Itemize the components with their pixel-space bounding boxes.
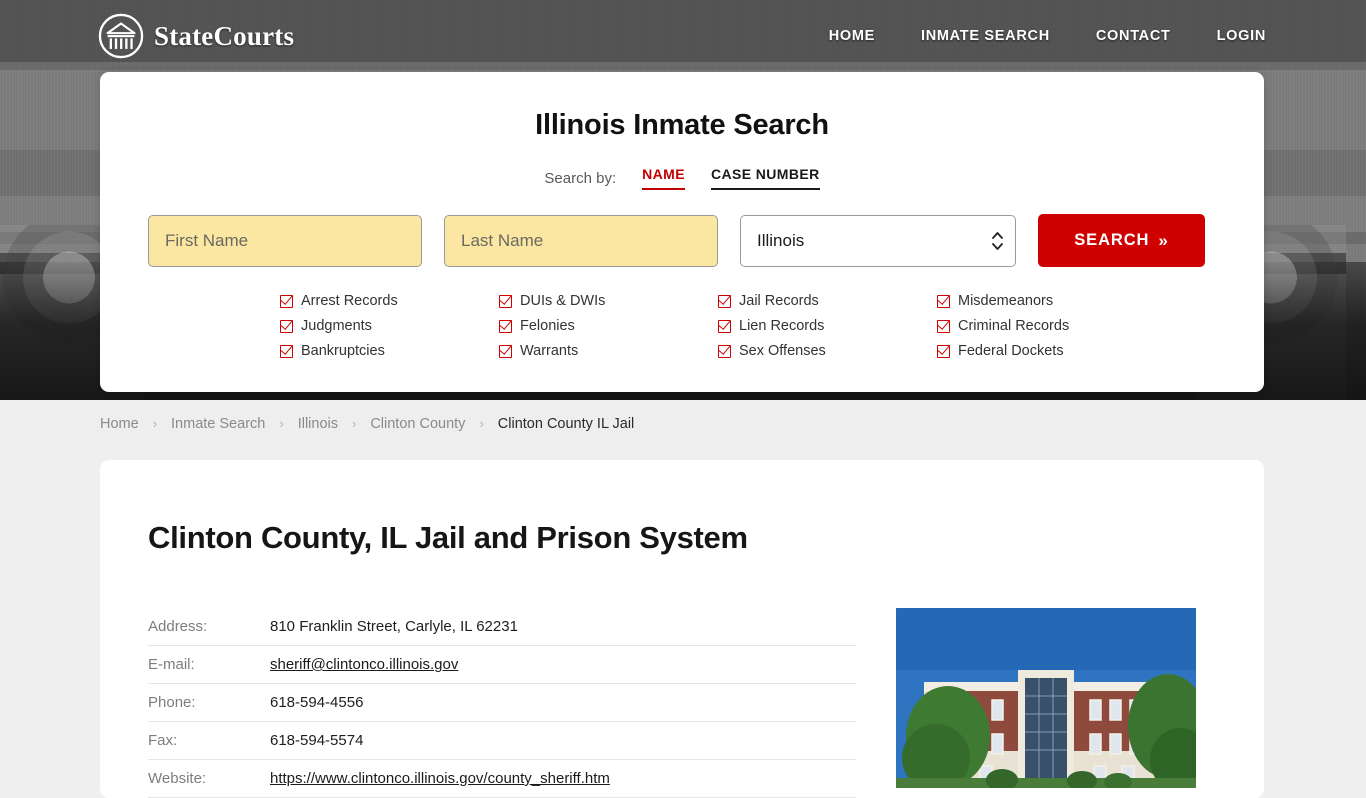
nav-item-contact[interactable]: CONTACT xyxy=(1096,28,1171,44)
record-type-label: Criminal Records xyxy=(958,318,1070,334)
search-form: Illinois SEARCH » xyxy=(148,214,1216,267)
detail-value-phone: 618-594-4556 xyxy=(270,683,856,722)
hero-section: COURTHOUSE StateCourts HOME IN xyxy=(0,0,1366,400)
nav-item-login[interactable]: LOGIN xyxy=(1217,28,1266,44)
detail-value-fax: 618-594-5574 xyxy=(270,721,856,760)
record-type-item[interactable]: DUIs & DWIs xyxy=(499,293,718,309)
record-type-item[interactable]: Arrest Records xyxy=(280,293,499,309)
table-row: E-mail: sheriff@clintonco.illinois.gov xyxy=(148,645,856,684)
detail-label: E-mail: xyxy=(148,645,270,684)
record-type-label: Misdemeanors xyxy=(958,293,1054,309)
checkbox-checked-icon xyxy=(937,294,950,308)
courthouse-circle-icon xyxy=(98,13,144,59)
record-type-item[interactable]: Judgments xyxy=(280,318,499,334)
record-type-item[interactable]: Jail Records xyxy=(718,293,937,309)
email-link[interactable]: sheriff@clintonco.illinois.gov xyxy=(270,656,458,673)
record-type-item[interactable]: Criminal Records xyxy=(937,318,1156,334)
facility-info-row: Address: 810 Franklin Street, Carlyle, I… xyxy=(148,608,1216,798)
checkbox-checked-icon xyxy=(280,344,293,358)
tab-case-number[interactable]: CASE NUMBER xyxy=(710,166,820,190)
record-type-list: Arrest Records DUIs & DWIs Jail Records … xyxy=(148,293,1216,359)
table-row: Address: 810 Franklin Street, Carlyle, I… xyxy=(148,608,856,646)
nav-item-home[interactable]: HOME xyxy=(829,28,875,44)
checkbox-checked-icon xyxy=(937,344,950,358)
record-type-label: Bankruptcies xyxy=(301,343,385,359)
search-card-title: Illinois Inmate Search xyxy=(535,109,829,141)
record-type-label: Arrest Records xyxy=(301,293,398,309)
record-type-item[interactable]: Federal Dockets xyxy=(937,343,1156,359)
chevron-right-icon: › xyxy=(351,416,357,431)
record-type-label: Felonies xyxy=(520,318,575,334)
breadcrumb-item-illinois[interactable]: Illinois xyxy=(298,416,338,432)
record-type-item[interactable]: Warrants xyxy=(499,343,718,359)
top-navigation-bar: StateCourts HOME INMATE SEARCH CONTACT L… xyxy=(0,0,1366,72)
first-name-input[interactable] xyxy=(148,214,422,267)
page-title: Clinton County, IL Jail and Prison Syste… xyxy=(148,520,748,555)
breadcrumb-item-inmate-search[interactable]: Inmate Search xyxy=(171,416,265,432)
inmate-search-card: Illinois Inmate Search Search by: NAME C… xyxy=(100,72,1264,392)
search-button-label: SEARCH xyxy=(1074,231,1150,249)
facility-photo xyxy=(896,608,1196,788)
breadcrumb-item-home[interactable]: Home xyxy=(100,416,139,432)
double-chevron-right-icon: » xyxy=(1158,230,1169,250)
detail-value-address: 810 Franklin Street, Carlyle, IL 62231 xyxy=(270,608,856,646)
chevron-right-icon: › xyxy=(279,416,284,431)
table-row: Website: https://www.clintonco.illinois.… xyxy=(148,759,856,798)
record-type-item[interactable]: Bankruptcies xyxy=(280,343,499,359)
checkbox-checked-icon xyxy=(280,294,293,308)
detail-label: Phone: xyxy=(148,683,270,722)
record-type-label: Jail Records xyxy=(739,293,819,309)
record-type-item[interactable]: Misdemeanors xyxy=(937,293,1156,309)
checkbox-checked-icon xyxy=(718,344,731,358)
detail-label: Website: xyxy=(148,759,270,798)
search-by-label: Search by: xyxy=(544,169,617,187)
tab-name[interactable]: NAME xyxy=(642,166,685,190)
breadcrumb-item-current: Clinton County IL Jail xyxy=(497,415,635,432)
main-nav: HOME INMATE SEARCH CONTACT LOGIN xyxy=(829,28,1266,44)
search-button[interactable]: SEARCH » xyxy=(1038,214,1205,267)
record-type-label: Sex Offenses xyxy=(739,343,826,359)
table-row: Fax: 618-594-5574 xyxy=(148,721,856,760)
checkbox-checked-icon xyxy=(937,319,950,333)
checkbox-checked-icon xyxy=(718,294,731,308)
table-row: Phone: 618-594-4556 xyxy=(148,683,856,722)
checkbox-checked-icon xyxy=(499,344,512,358)
record-type-item[interactable]: Lien Records xyxy=(718,318,937,334)
record-type-label: Judgments xyxy=(301,318,372,334)
search-by-row: Search by: NAME CASE NUMBER xyxy=(148,166,1216,190)
brand-logo-link[interactable]: StateCourts xyxy=(98,13,294,59)
record-type-label: DUIs & DWIs xyxy=(520,293,606,309)
record-type-label: Lien Records xyxy=(739,318,825,334)
record-type-item[interactable]: Sex Offenses xyxy=(718,343,937,359)
state-select[interactable]: Illinois xyxy=(740,214,1016,267)
checkbox-checked-icon xyxy=(499,294,512,308)
chevron-right-icon: › xyxy=(152,416,158,431)
detail-label: Fax: xyxy=(148,721,270,760)
content-card: Clinton County, IL Jail and Prison Syste… xyxy=(100,460,1264,798)
checkbox-checked-icon xyxy=(499,319,512,333)
state-select-wrapper: Illinois xyxy=(740,214,1016,267)
breadcrumb-item-clinton-county[interactable]: Clinton County xyxy=(370,416,465,432)
breadcrumb: Home › Inmate Search › Illinois › Clinto… xyxy=(100,416,634,432)
chevron-right-icon: › xyxy=(479,416,484,431)
record-type-label: Warrants xyxy=(520,343,579,359)
detail-label: Address: xyxy=(148,608,270,646)
brand-name: StateCourts xyxy=(154,20,295,51)
nav-item-inmate-search[interactable]: INMATE SEARCH xyxy=(921,28,1050,44)
facility-details-table: Address: 810 Franklin Street, Carlyle, I… xyxy=(148,608,856,798)
detail-value-email: sheriff@clintonco.illinois.gov xyxy=(270,645,856,684)
record-type-item[interactable]: Felonies xyxy=(499,318,718,334)
detail-value-website: https://www.clintonco.illinois.gov/count… xyxy=(270,759,856,798)
checkbox-checked-icon xyxy=(718,319,731,333)
breadcrumb-bar: Home › Inmate Search › Illinois › Clinto… xyxy=(0,400,1366,447)
checkbox-checked-icon xyxy=(280,319,293,333)
website-link[interactable]: https://www.clintonco.illinois.gov/count… xyxy=(270,770,610,787)
record-type-label: Federal Dockets xyxy=(958,343,1064,359)
last-name-input[interactable] xyxy=(444,214,718,267)
